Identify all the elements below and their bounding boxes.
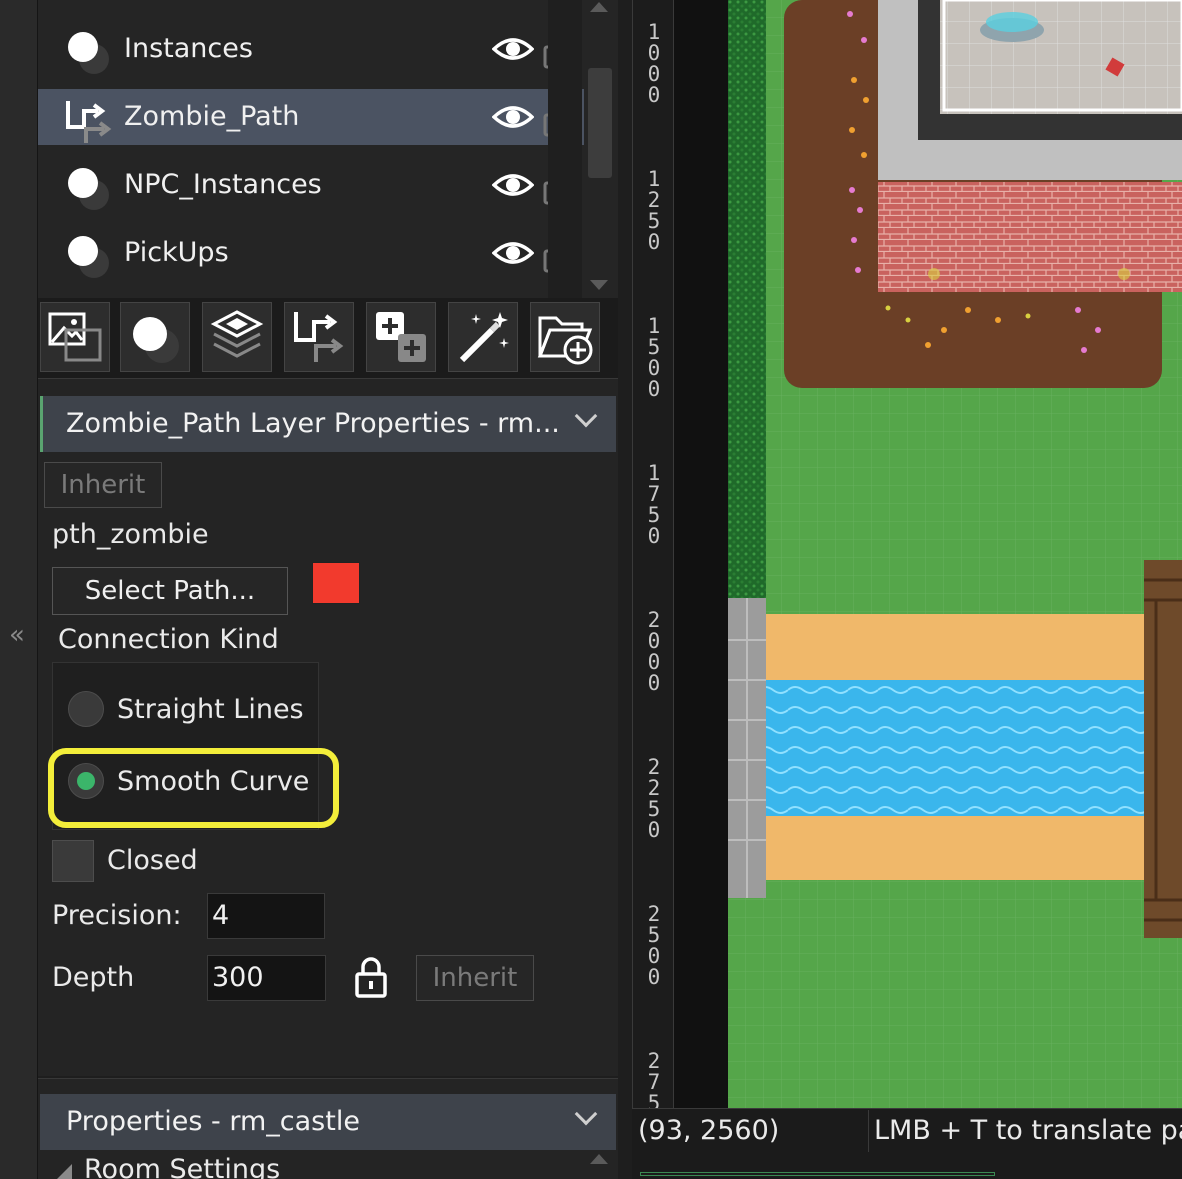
closed-label: Closed [107,845,198,876]
layer-name: Instances [124,33,253,64]
expand-triangle-icon[interactable] [56,1164,72,1179]
layer-name: NPC_Instances [124,169,322,200]
visibility-eye-icon[interactable] [492,33,534,65]
layer-row-instances[interactable]: Instances [38,21,584,77]
select-path-button[interactable]: Select Path... [52,567,288,615]
layer-name: PickUps [124,237,229,268]
layers-panel: Instances Zombie_Path NPC_Instances Pick… [38,0,618,298]
add-layer-icon [376,312,426,362]
scroll-up-icon[interactable] [590,1154,608,1164]
add-instance-layer-button[interactable] [120,302,190,372]
layer-properties-title: Zombie_Path Layer Properties - rm... [66,408,560,439]
horizontal-scrollbar[interactable] [640,1172,995,1176]
room-settings-section[interactable]: Room Settings [84,1150,280,1179]
straight-lines-radio[interactable] [68,691,104,727]
effect-layer-icon [459,312,509,363]
depth-label: Depth [52,962,135,993]
connection-kind-label: Connection Kind [58,624,279,655]
instance-layer-icon [68,32,109,74]
path-color-swatch[interactable] [312,562,360,604]
instance-layer-icon [68,236,109,278]
visibility-eye-icon[interactable] [492,169,534,201]
straight-lines-label[interactable]: Straight Lines [117,690,304,730]
layer-row-npc-instances[interactable]: NPC_Instances [38,157,584,213]
room-properties-title: Properties - rm_castle [66,1106,360,1137]
ruler-label: 2 2 5 0 [647,755,661,842]
ruler-label: 1 5 0 0 [647,314,661,401]
precision-label: Precision: [52,900,182,931]
instance-layer-icon [133,317,179,363]
add-background-layer-button[interactable] [40,302,110,372]
ruler-label: 2 7 5 [647,1049,661,1115]
canvas-margin [674,0,728,1108]
add-effect-layer-button[interactable] [448,302,518,372]
ruler-label: 1 0 0 0 [647,20,661,107]
scroll-down-icon[interactable] [590,280,608,290]
depth-inherit-button[interactable]: Inherit [416,955,534,1001]
precision-input[interactable]: 4 [207,893,325,939]
closed-checkbox[interactable] [52,840,94,882]
collapse-panel-icon[interactable]: « [4,620,30,650]
ruler-label: 2 0 0 0 [647,608,661,695]
add-path-layer-button[interactable] [284,302,354,372]
scroll-up-icon[interactable] [590,2,608,12]
path-layer-icon [294,312,344,362]
ruler-label: 1 2 5 0 [647,167,661,254]
add-folder-button[interactable] [530,302,600,372]
room-canvas[interactable] [728,0,1182,1108]
visibility-eye-icon[interactable] [492,237,534,269]
status-hint: LMB + T to translate pat [874,1115,1182,1146]
ruler-label: 1 7 5 0 [647,461,661,548]
layer-row-zombie-path[interactable]: Zombie_Path [38,89,584,145]
add-folder-icon [537,316,593,365]
image-layer-icon [48,312,102,362]
visibility-eye-icon[interactable] [492,101,534,133]
add-asset-layer-button[interactable] [366,302,436,372]
tile-layer-icon [210,310,264,358]
path-name: pth_zombie [52,519,209,550]
depth-input[interactable]: 300 [207,955,326,1001]
cursor-coordinates: (93, 2560) [638,1115,780,1146]
ruler-label: 2 5 0 0 [647,902,661,989]
lock-icon[interactable] [354,956,388,998]
layer-row-pickups[interactable]: PickUps [38,225,584,281]
vertical-ruler: 1 0 0 0 1 2 5 0 1 5 0 0 1 7 5 0 2 0 0 0 … [632,0,674,1114]
layer-toolbar [38,298,618,378]
path-layer-icon [66,101,112,143]
instance-layer-icon [68,168,109,210]
add-tile-layer-button[interactable] [202,302,272,372]
left-dock-strip [0,0,38,1179]
highlight-annotation [48,748,339,828]
layers-scrollbar[interactable] [548,0,582,298]
layer-name: Zombie_Path [124,101,300,132]
status-divider [868,1110,869,1152]
scrollbar-thumb[interactable] [588,68,612,178]
inherit-button[interactable]: Inherit [44,462,162,508]
